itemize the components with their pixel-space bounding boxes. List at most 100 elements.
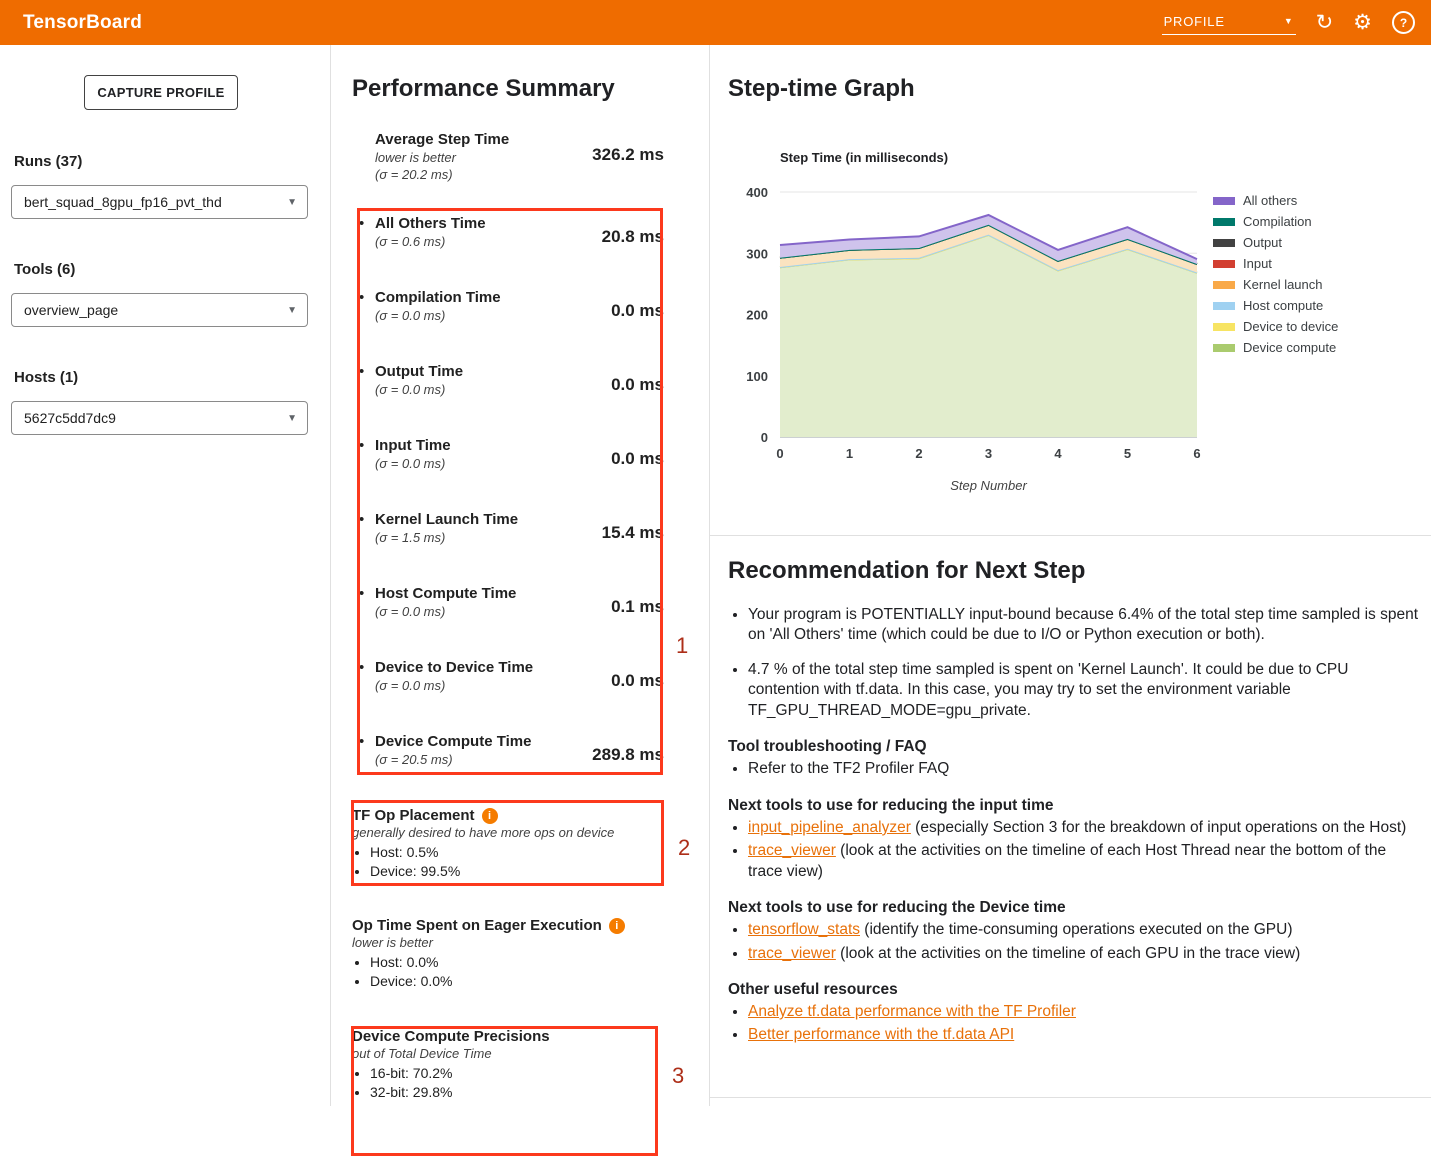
rec-item: Refer to the TF2 Profiler FAQ bbox=[748, 759, 1423, 779]
recommendation-bullets: Your program is POTENTIALLY input-bound … bbox=[728, 605, 1423, 721]
help-icon[interactable]: ? bbox=[1392, 11, 1415, 34]
chevron-down-icon: ▼ bbox=[287, 197, 297, 208]
step-time-chart: 01002003004000123456Step Time (in millis… bbox=[725, 145, 1205, 555]
recommendation-bullet: Your program is POTENTIALLY input-bound … bbox=[748, 605, 1423, 646]
legend-item: Device compute bbox=[1213, 337, 1338, 358]
rec-text: (identify the time-consuming operations … bbox=[860, 921, 1293, 938]
rec-item: Analyze tf.data performance with the TF … bbox=[748, 1002, 1423, 1022]
rec-link[interactable]: trace_viewer bbox=[748, 945, 836, 962]
metric-row: • Compilation Time (σ = 0.0 ms) 0.0 ms bbox=[352, 289, 664, 363]
dashboard-selector[interactable]: PROFILE ▼ bbox=[1162, 11, 1296, 35]
eager-execution-title: Op Time Spent on Eager Execution bbox=[352, 917, 602, 934]
bullet: • bbox=[359, 659, 364, 676]
metric-row: • All Others Time (σ = 0.6 ms) 20.8 ms bbox=[352, 215, 664, 289]
precisions-subtitle: out of Total Device Time bbox=[352, 1046, 664, 1061]
svg-text:0: 0 bbox=[776, 446, 783, 461]
rec-link[interactable]: tensorflow_stats bbox=[748, 921, 860, 938]
metric-row: • Host Compute Time (σ = 0.0 ms) 0.1 ms bbox=[352, 585, 664, 659]
average-step-time: Average Step Time lower is better (σ = 2… bbox=[352, 131, 664, 184]
precision-16bit: 16-bit: 70.2% bbox=[370, 1064, 664, 1083]
rec-link[interactable]: trace_viewer bbox=[748, 842, 836, 859]
performance-summary-panel: Performance Summary Average Step Time lo… bbox=[331, 45, 710, 1106]
legend-item: Host compute bbox=[1213, 295, 1338, 316]
chart-legend: All others Compilation Output Input Kern… bbox=[1213, 190, 1338, 555]
svg-text:Step Time (in milliseconds): Step Time (in milliseconds) bbox=[780, 150, 948, 165]
annotation-label-2: 2 bbox=[678, 835, 690, 861]
hosts-label: Hosts (1) bbox=[14, 369, 78, 386]
legend-label: Host compute bbox=[1243, 298, 1323, 313]
app-title: TensorBoard bbox=[23, 12, 142, 34]
dashboard-selector-value: PROFILE bbox=[1164, 14, 1225, 29]
annotation-label-3: 3 bbox=[672, 1063, 684, 1089]
gear-icon[interactable]: ⚙ bbox=[1353, 12, 1372, 33]
rec-section-heading: Next tools to use for reducing the Devic… bbox=[728, 899, 1423, 917]
legend-item: Compilation bbox=[1213, 211, 1338, 232]
metric-value: 0.0 ms bbox=[611, 375, 664, 395]
rec-link[interactable]: Analyze tf.data performance with the TF … bbox=[748, 1003, 1076, 1020]
metric-value: 0.0 ms bbox=[611, 449, 664, 469]
legend-swatch bbox=[1213, 302, 1235, 310]
legend-label: Kernel launch bbox=[1243, 277, 1323, 292]
top-app-bar: TensorBoard PROFILE ▼ ↻ ⚙ ? bbox=[0, 0, 1431, 45]
recommendation-section: Recommendation for Next Step Your progra… bbox=[728, 557, 1423, 1049]
chevron-down-icon: ▼ bbox=[287, 305, 297, 316]
precisions-title: Device Compute Precisions bbox=[352, 1028, 550, 1045]
rec-text: (especially Section 3 for the breakdown … bbox=[911, 819, 1406, 836]
device-compute-precisions: Device Compute Precisions out of Total D… bbox=[352, 1028, 664, 1102]
metric-row: • Output Time (σ = 0.0 ms) 0.0 ms bbox=[352, 363, 664, 437]
runs-select-value: bert_squad_8gpu_fp16_pvt_thd bbox=[24, 194, 222, 210]
runs-select[interactable]: bert_squad_8gpu_fp16_pvt_thd ▼ bbox=[11, 185, 308, 219]
bullet: • bbox=[359, 215, 364, 232]
svg-text:400: 400 bbox=[746, 185, 768, 200]
recommendation-title: Recommendation for Next Step bbox=[728, 557, 1423, 585]
legend-item: Kernel launch bbox=[1213, 274, 1338, 295]
legend-label: Device compute bbox=[1243, 340, 1336, 355]
chevron-down-icon: ▼ bbox=[287, 413, 297, 424]
reload-icon[interactable]: ↻ bbox=[1316, 12, 1334, 33]
metric-row: • Device Compute Time (σ = 20.5 ms) 289.… bbox=[352, 733, 664, 807]
section-divider bbox=[710, 535, 1431, 536]
svg-text:300: 300 bbox=[746, 246, 768, 261]
metric-value: 15.4 ms bbox=[602, 523, 664, 543]
svg-text:6: 6 bbox=[1193, 446, 1200, 461]
legend-label: Output bbox=[1243, 235, 1282, 250]
legend-item: Device to device bbox=[1213, 316, 1338, 337]
bullet: • bbox=[359, 733, 364, 750]
header-actions: PROFILE ▼ ↻ ⚙ ? bbox=[1162, 11, 1415, 35]
svg-text:5: 5 bbox=[1124, 446, 1131, 461]
legend-swatch bbox=[1213, 344, 1235, 352]
step-time-graph-title: Step-time Graph bbox=[728, 75, 915, 103]
rec-section-heading: Tool troubleshooting / FAQ bbox=[728, 738, 1423, 756]
tf-op-placement-device: Device: 99.5% bbox=[370, 862, 664, 881]
rec-section-heading: Next tools to use for reducing the input… bbox=[728, 797, 1423, 815]
rec-link[interactable]: Better performance with the tf.data API bbox=[748, 1026, 1014, 1043]
info-icon[interactable]: i bbox=[482, 808, 498, 824]
rec-item: trace_viewer (look at the activities on … bbox=[748, 944, 1423, 964]
rec-text: (look at the activities on the timeline … bbox=[748, 842, 1386, 879]
rec-item: tensorflow_stats (identify the time-cons… bbox=[748, 920, 1423, 940]
rec-item: trace_viewer (look at the activities on … bbox=[748, 841, 1423, 882]
bullet: • bbox=[359, 511, 364, 528]
legend-label: All others bbox=[1243, 193, 1297, 208]
bullet: • bbox=[359, 437, 364, 454]
step-time-chart-area: 01002003004000123456Step Time (in millis… bbox=[725, 145, 1338, 555]
hosts-select[interactable]: 5627c5dd7dc9 ▼ bbox=[11, 401, 308, 435]
svg-text:Step Number: Step Number bbox=[950, 478, 1027, 493]
tools-select[interactable]: overview_page ▼ bbox=[11, 293, 308, 327]
metric-value: 0.0 ms bbox=[611, 671, 664, 691]
capture-profile-button[interactable]: CAPTURE PROFILE bbox=[84, 75, 238, 110]
info-icon[interactable]: i bbox=[609, 918, 625, 934]
metric-value: 289.8 ms bbox=[592, 745, 664, 765]
recommendation-subsections: Tool troubleshooting / FAQ Refer to the … bbox=[728, 738, 1423, 1046]
eager-device: Device: 0.0% bbox=[370, 972, 664, 991]
metric-value: 0.1 ms bbox=[611, 597, 664, 617]
svg-text:1: 1 bbox=[846, 446, 853, 461]
metric-value: 0.0 ms bbox=[611, 301, 664, 321]
svg-text:200: 200 bbox=[746, 308, 768, 323]
precision-32bit: 32-bit: 29.8% bbox=[370, 1083, 664, 1102]
svg-text:2: 2 bbox=[915, 446, 922, 461]
rec-link[interactable]: input_pipeline_analyzer bbox=[748, 819, 911, 836]
metric-value: 20.8 ms bbox=[602, 227, 664, 247]
tools-label: Tools (6) bbox=[14, 261, 75, 278]
legend-swatch bbox=[1213, 218, 1235, 226]
